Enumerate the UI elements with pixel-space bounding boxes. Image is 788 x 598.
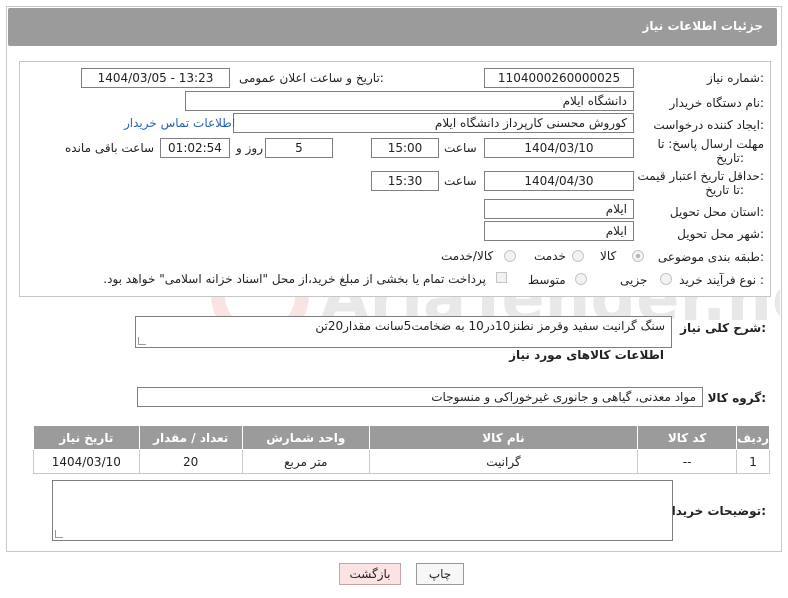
print-button[interactable]: چاپ (416, 563, 464, 585)
days-field[interactable]: 5 (265, 138, 333, 158)
goods-group-label: گروه کالا: (707, 391, 766, 405)
buyer-org-field[interactable]: دانشگاه ایلام (185, 91, 634, 111)
cell-row: 1 (736, 449, 770, 474)
goods-table: ردیف کد کالا نام کالا واحد شمارش تعداد /… (33, 425, 770, 474)
cell-qty: 20 (138, 449, 243, 474)
col-name: نام کالا (368, 425, 639, 450)
back-button[interactable]: بازگشت (339, 563, 401, 585)
province-label: استان محل تحویل: (669, 205, 764, 219)
category-radio-service[interactable] (572, 250, 584, 262)
col-date: تاریخ نیاز (33, 425, 140, 450)
treasury-payment-note: پرداخت تمام یا بخشی از مبلغ خرید،از محل … (103, 272, 486, 286)
creator-label: ایجاد کننده درخواست: (653, 118, 764, 132)
panel-header: جزئیات اطلاعات نیاز (8, 8, 777, 46)
process-option-medium: متوسط (528, 273, 566, 287)
creator-field[interactable]: کوروش محسنی کارپرداز دانشگاه ایلام (233, 113, 634, 133)
summary-textarea[interactable]: سنگ گرانیت سفید وقرمز نطنز10در10 به ضخام… (135, 316, 672, 348)
summary-text: سنگ گرانیت سفید وقرمز نطنز10در10 به ضخام… (315, 319, 665, 333)
price-time-field[interactable]: 15:30 (371, 171, 439, 191)
reply-time-label: ساعت (444, 141, 477, 155)
city-field[interactable]: ایلام (484, 221, 634, 241)
category-radio-goods-service[interactable] (504, 250, 516, 262)
price-deadline-label-1: حداقل تاریخ اعتبار قیمت: (637, 169, 764, 183)
price-deadline-label-2: تا تاریخ: (705, 183, 744, 197)
resize-handle-icon[interactable] (138, 337, 146, 345)
process-radio-minor[interactable] (660, 273, 672, 285)
reply-date-field[interactable]: 1404/03/10 (484, 138, 634, 158)
need-number-field[interactable]: 1104000260000025 (484, 68, 634, 88)
col-row: ردیف (736, 425, 770, 450)
cell-name: گرانیت (368, 449, 639, 474)
cell-code: -- (637, 449, 738, 474)
cell-unit: متر مربع (241, 449, 370, 474)
col-unit: واحد شمارش (241, 425, 370, 450)
col-qty: تعداد / مقدار (138, 425, 243, 450)
page-title: جزئیات اطلاعات نیاز (642, 19, 763, 33)
buyer-org-label: نام دستگاه خریدار: (669, 96, 765, 110)
process-label: نوع فرآیند خرید : (679, 273, 764, 287)
buyer-notes-label: توضیحات خریدار: (664, 504, 766, 518)
category-option-goods-service: کالا/خدمت (441, 249, 494, 263)
price-date-field[interactable]: 1404/04/30 (484, 171, 634, 191)
cell-date: 1404/03/10 (33, 449, 140, 474)
announce-label: تاریخ و ساعت اعلان عمومی: (239, 71, 384, 85)
category-label: طبقه بندی موضوعی: (657, 250, 764, 264)
remaining-label: ساعت باقی مانده (65, 141, 155, 155)
summary-label: شرح کلی نیاز: (680, 321, 766, 335)
goods-section-title: اطلاعات کالاهای مورد نیاز (509, 348, 664, 362)
days-label: روز و (236, 141, 263, 155)
buyer-notes-textarea[interactable] (52, 480, 673, 541)
province-field[interactable]: ایلام (484, 199, 634, 219)
price-time-label: ساعت (444, 174, 477, 188)
city-label: شهر محل تحویل: (677, 227, 764, 241)
table-header-row: ردیف کد کالا نام کالا واحد شمارش تعداد /… (33, 425, 770, 450)
category-radio-goods[interactable] (632, 250, 644, 262)
treasury-payment-checkbox[interactable] (496, 272, 507, 283)
reply-time-field[interactable]: 15:00 (371, 138, 439, 158)
col-code: کد کالا (637, 425, 738, 450)
reply-deadline-label-1: مهلت ارسال پاسخ: تا (657, 137, 764, 151)
resize-handle-icon[interactable] (55, 530, 63, 538)
process-option-minor: جزیی (620, 273, 648, 287)
buyer-contact-link[interactable]: اطلاعات تماس خریدار (124, 116, 235, 130)
need-number-label: شماره نیاز: (706, 71, 764, 85)
table-row[interactable]: 1 -- گرانیت متر مربع 20 1404/03/10 (33, 449, 770, 474)
goods-group-field[interactable]: مواد معدنی، گیاهی و جانوری غیرخوراکی و م… (137, 387, 703, 407)
category-option-service: خدمت (534, 249, 566, 263)
category-option-goods: کالا (600, 249, 617, 263)
announce-field[interactable]: 1404/03/05 - 13:23 (81, 68, 230, 88)
remaining-time-field[interactable]: 01:02:54 (160, 138, 230, 158)
reply-deadline-label-2: تاریخ: (716, 151, 744, 165)
process-radio-medium[interactable] (575, 273, 587, 285)
